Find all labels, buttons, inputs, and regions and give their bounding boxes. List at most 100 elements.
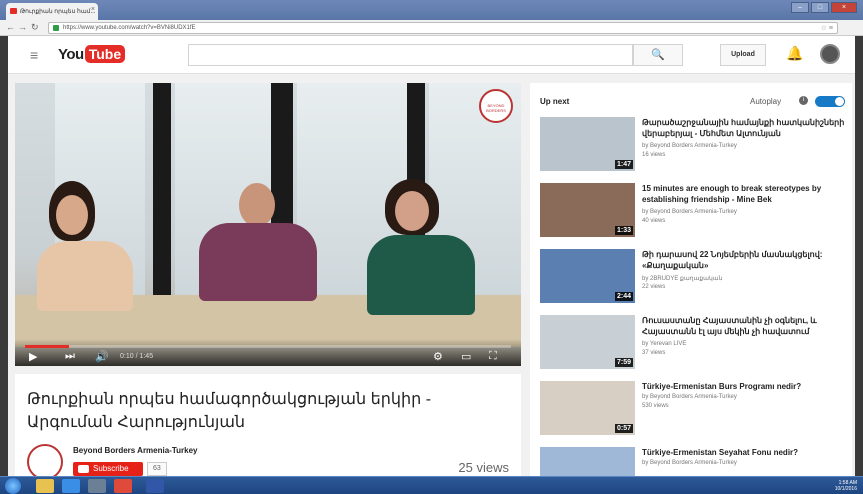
back-icon[interactable]: ← (6, 22, 15, 32)
video-thumbnail[interactable]: 2:44 (540, 249, 635, 303)
menu-icon[interactable]: ≡ (30, 47, 38, 63)
recommendation-title[interactable]: Թի դարասով 22 Նոյեմբերին մասնակցելով: «Ք… (642, 249, 848, 271)
fullscreen-icon[interactable]: ⛶ (489, 350, 497, 363)
search-button[interactable]: 🔍 (633, 44, 683, 66)
secure-lock-icon (53, 25, 59, 31)
recommendation-channel: by Yerevan LIVE (642, 341, 687, 347)
youtube-logo[interactable]: You Tube (58, 45, 126, 63)
recommendation-views: 16 views (642, 152, 666, 158)
recommendation-item[interactable]: Türkiye-Ermenistan Seyahat Fonu nedir? b… (540, 447, 852, 476)
chrome-taskbar-icon[interactable] (114, 479, 132, 493)
recommendation-title[interactable]: 15 minutes are enough to break stereotyp… (642, 183, 848, 205)
ie-taskbar-icon[interactable] (62, 479, 80, 493)
channel-watermark[interactable]: BEYOND BORDERS (479, 89, 513, 123)
up-next-heading: Up next (540, 97, 570, 106)
page-viewport: ≡ You Tube 🔍 Upload 🔔 BEYOND BORDERS ▶ ⏭… (8, 36, 855, 476)
masthead: ≡ You Tube 🔍 Upload 🔔 (8, 36, 855, 74)
start-button[interactable] (5, 478, 21, 494)
maximize-button[interactable]: □ (811, 2, 829, 13)
next-icon[interactable]: ⏭ (65, 350, 75, 363)
search-icon: 🔍 (651, 49, 665, 61)
recommendation-item[interactable]: 1:33 15 minutes are enough to break ster… (540, 183, 852, 239)
channel-avatar[interactable] (27, 444, 63, 476)
duration-badge: 1:33 (614, 226, 633, 235)
search-input[interactable] (188, 44, 633, 66)
progress-bar[interactable] (25, 345, 511, 348)
video-info: Թուրքիան որպես համագործակցության երկիր -… (15, 374, 521, 476)
recommendation-item[interactable]: 1:47 Թարածաշրջանային համայնքի հատկանիշնե… (540, 117, 852, 173)
minimize-button[interactable]: – (791, 2, 809, 13)
recommendation-title[interactable]: Թարածաշրջանային համայնքի հատկանիշների վե… (642, 117, 848, 139)
duration-badge: 2:44 (614, 292, 633, 301)
up-next-sidebar: Up next Autoplay i 1:47 Թարածաշրջանային … (530, 83, 852, 476)
recommendation-title[interactable]: Ռուսաստանը Հայաստանին չի օգնելու, և Հայա… (642, 315, 848, 337)
tab-close-icon[interactable]: × (91, 6, 95, 13)
autoplay-label: Autoplay (750, 97, 782, 106)
video-frame: BEYOND BORDERS (15, 83, 521, 366)
duration-badge: 0:57 (614, 424, 633, 433)
scene-pillar (153, 83, 171, 298)
toggle-knob (835, 97, 844, 106)
view-count: 25 views (458, 460, 509, 475)
recommendation-channel: by Beyond Borders Armenia-Turkey (642, 460, 737, 466)
progress-fill (25, 345, 69, 348)
window-controls: – □ × (791, 2, 857, 13)
recommendation-channel: by Beyond Borders Armenia-Turkey (642, 143, 737, 149)
reload-icon[interactable]: ↻ (31, 22, 39, 33)
subscriber-count: 63 (147, 462, 167, 476)
video-thumbnail[interactable]: 7:59 (540, 315, 635, 369)
account-avatar[interactable] (820, 44, 840, 64)
explorer-taskbar-icon[interactable] (36, 479, 54, 493)
subscribe-label: Subscribe (93, 464, 129, 473)
subscribe-button[interactable]: Subscribe (73, 462, 143, 476)
logo-you: You (58, 45, 84, 63)
video-thumbnail[interactable] (540, 447, 635, 476)
notifications-bell-icon[interactable]: 🔔 (786, 45, 803, 62)
recommendation-item[interactable]: 0:57 Türkiye-Ermenistan Burs Programı ne… (540, 381, 852, 437)
video-thumbnail[interactable]: 1:33 (540, 183, 635, 237)
star-icon[interactable]: ☆ ≡ (821, 24, 833, 32)
address-bar[interactable]: https://www.youtube.com/watch?v=BVNi8UDX… (48, 22, 838, 34)
tab-strip: Թուրքիան որպես համ... × – □ × (0, 0, 863, 20)
recommendation-item[interactable]: 7:59 Ռուսաստանը Հայաստանին չի օգնելու, և… (540, 315, 852, 371)
recommendation-channel: by Beyond Borders Armenia-Turkey (642, 394, 737, 400)
media-taskbar-icon[interactable] (88, 479, 106, 493)
play-icon[interactable]: ▶ (29, 350, 37, 363)
volume-icon[interactable]: 🔊 (95, 350, 109, 363)
recommendation-views: 37 views (642, 350, 666, 356)
clock-date: 10/1/2016 (834, 486, 857, 492)
windows-taskbar: 1:58 AM 10/1/2016 (0, 476, 863, 494)
recommendation-channel: by 2BRUDYE քաղաքական (642, 276, 723, 282)
duration-badge: 7:59 (614, 358, 633, 367)
timecode: 0:10 / 1:45 (120, 353, 154, 360)
video-thumbnail[interactable]: 0:57 (540, 381, 635, 435)
youtube-mini-icon (78, 465, 89, 473)
logo-tube: Tube (84, 45, 126, 63)
url-text: https://www.youtube.com/watch?v=BVNi8UDX… (63, 25, 196, 31)
theater-mode-icon[interactable]: ▭ (461, 350, 471, 363)
video-thumbnail[interactable]: 1:47 (540, 117, 635, 171)
close-window-button[interactable]: × (831, 2, 857, 13)
system-tray-clock[interactable]: 1:58 AM 10/1/2016 (835, 480, 857, 492)
autoplay-toggle[interactable] (815, 96, 845, 107)
word-taskbar-icon[interactable] (146, 479, 164, 493)
video-player[interactable]: BEYOND BORDERS ▶ ⏭ 🔊 0:10 / 1:45 ⚙ ▭ ⛶ (15, 83, 521, 366)
duration-badge: 1:47 (614, 160, 633, 169)
settings-gear-icon[interactable]: ⚙ (433, 350, 443, 363)
browser-window: Թուրքիան որպես համ... × – □ × ← → ↻ http… (0, 0, 863, 494)
player-controls: ▶ ⏭ 🔊 0:10 / 1:45 ⚙ ▭ ⛶ (15, 339, 521, 366)
browser-tab[interactable]: Թուրքիան որպես համ... × (6, 3, 98, 20)
recommendation-views: 22 views (642, 284, 666, 290)
upload-button[interactable]: Upload (720, 44, 766, 66)
recommendation-channel: by Beyond Borders Armenia-Turkey (642, 209, 737, 215)
recommendation-item[interactable]: 2:44 Թի դարասով 22 Նոյեմբերին մասնակցելո… (540, 249, 852, 305)
youtube-favicon-icon (10, 8, 17, 14)
forward-icon[interactable]: → (18, 22, 27, 32)
info-icon[interactable]: i (799, 96, 808, 105)
recommendation-views: 40 views (642, 218, 666, 224)
channel-name[interactable]: Beyond Borders Armenia-Turkey (73, 446, 197, 455)
recommendation-title[interactable]: Türkiye-Ermenistan Seyahat Fonu nedir? (642, 447, 848, 458)
tab-title: Թուրքիան որպես համ... (20, 9, 96, 15)
recommendation-title[interactable]: Türkiye-Ermenistan Burs Programı nedir? (642, 381, 848, 392)
video-title: Թուրքիան որպես համագործակցության երկիր -… (27, 391, 432, 431)
